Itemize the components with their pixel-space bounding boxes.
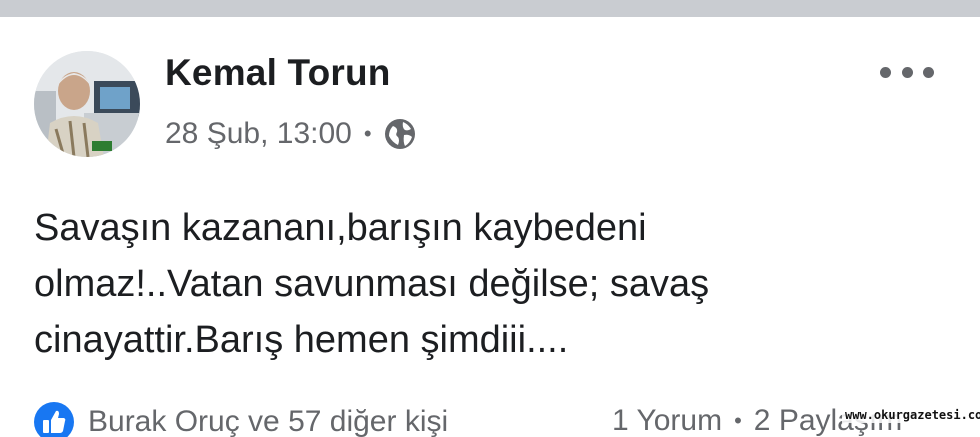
post-body: Savaşın kazananı,barışın kaybedeni olmaz… (34, 200, 934, 368)
avatar-photo-icon (34, 51, 140, 157)
globe-icon[interactable] (384, 118, 416, 150)
more-dot (923, 66, 934, 78)
facebook-post-card: Kemal Torun 28 Şub, 13:00 • Savaşın kaza… (0, 0, 980, 437)
post-timestamp[interactable]: 28 Şub, 13:00 (165, 117, 352, 151)
comments-count[interactable]: 1 Yorum (612, 404, 722, 437)
author-avatar[interactable] (34, 51, 140, 157)
author-name[interactable]: Kemal Torun (165, 52, 391, 94)
post-text-line: cinayattir.Barış hemen şimdiii.... (34, 319, 569, 361)
post-text-line: olmaz!..Vatan savunması değilse; savaş (34, 263, 710, 305)
site-watermark: www.okurgazetesi.com (842, 407, 980, 423)
top-divider-strip (0, 0, 980, 17)
reactions-summary[interactable]: Burak Oruç ve 57 diğer kişi (34, 402, 448, 437)
counts-separator: • (734, 408, 742, 433)
reactions-text[interactable]: Burak Oruç ve 57 diğer kişi (88, 405, 448, 437)
more-dot (901, 66, 913, 78)
more-options-icon[interactable] (880, 55, 934, 89)
post-text-line: Savaşın kazananı,barışın kaybedeni (34, 207, 647, 249)
like-icon (34, 402, 74, 437)
post-meta: 28 Şub, 13:00 • (165, 114, 416, 154)
more-dot (880, 66, 891, 78)
meta-separator: • (363, 121, 372, 146)
